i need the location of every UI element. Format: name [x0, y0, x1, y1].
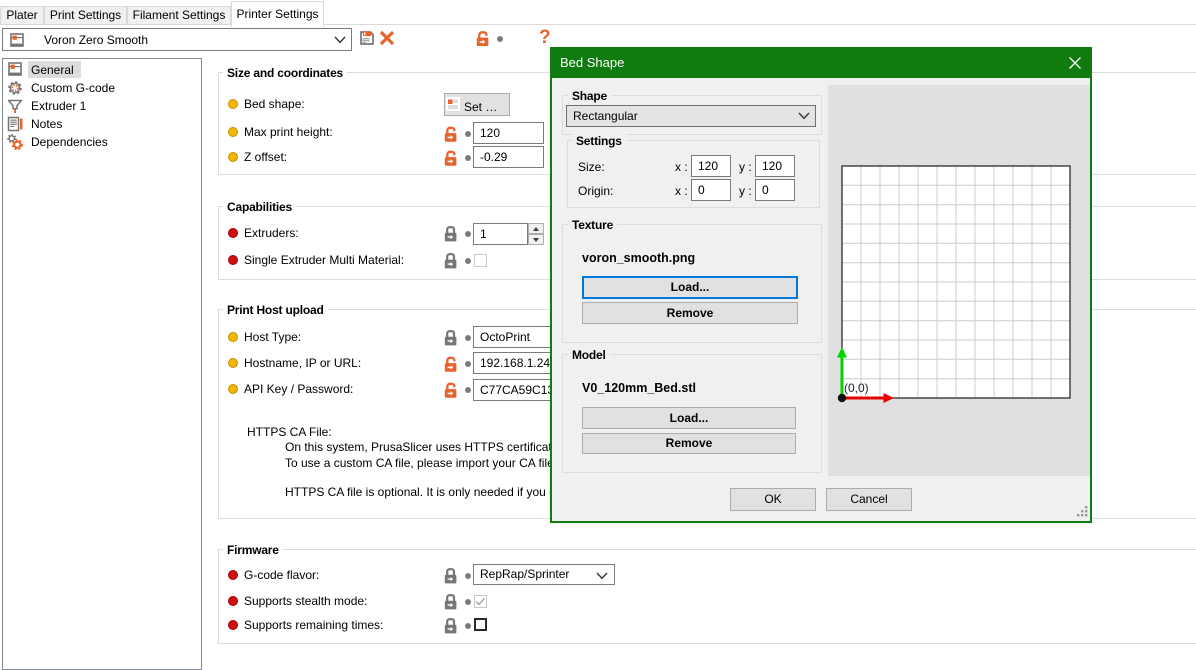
svg-text:(0,0): (0,0) — [844, 381, 869, 395]
